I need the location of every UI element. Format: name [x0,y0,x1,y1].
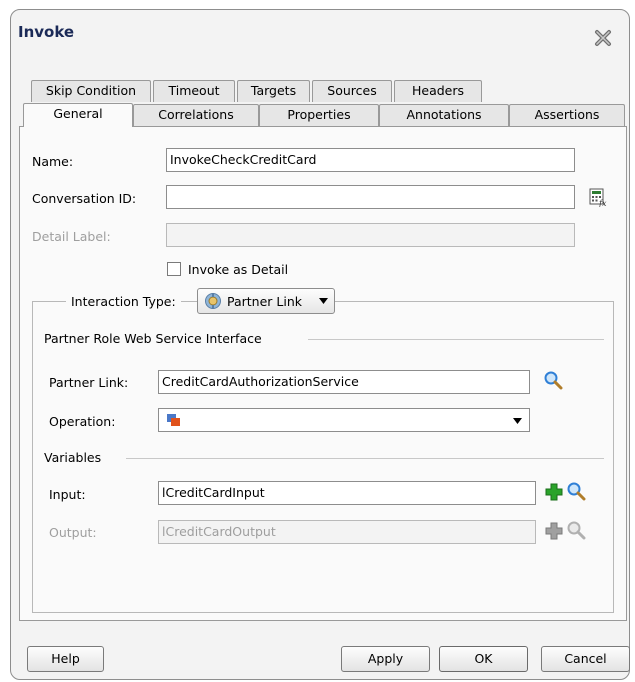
tab-assertions[interactable]: Assertions [509,104,625,126]
partner-link-type-button[interactable]: Partner Link [197,288,335,314]
output-variable-field[interactable]: lCreditCardOutput [158,520,536,544]
operation-select[interactable] [158,408,530,432]
add-icon[interactable] [544,521,564,541]
detail-label-label: Detail Label: [32,229,111,244]
help-button[interactable]: Help [27,646,104,672]
interaction-type-label: Interaction Type: [66,294,181,309]
dialog-title: Invoke [18,23,75,41]
search-icon[interactable] [543,370,563,390]
invoke-as-detail-checkbox[interactable] [167,262,181,276]
tab-sources[interactable]: Sources [312,80,392,102]
tab-skip-condition[interactable]: Skip Condition [31,80,151,102]
ok-button[interactable]: OK [439,646,528,672]
operation-label: Operation: [49,414,116,429]
operation-icon [167,414,180,426]
invoke-as-detail-label: Invoke as Detail [188,262,289,277]
section-divider [308,339,604,340]
partner-link-label: Partner Link: [49,375,129,390]
output-label: Output: [49,525,97,540]
partner-link-type-label: Partner Link [227,294,302,309]
interaction-type-group [32,301,614,613]
search-icon[interactable] [566,481,586,501]
tab-correlations[interactable]: Correlations [133,104,259,126]
svg-text:fx: fx [598,199,607,207]
partner-link-field[interactable]: CreditCardAuthorizationService [158,370,530,394]
tab-properties[interactable]: Properties [259,104,379,126]
input-variable-field[interactable]: lCreditCardInput [158,481,536,505]
chevron-down-icon [513,418,522,424]
apply-button[interactable]: Apply [341,646,430,672]
name-field[interactable]: InvokeCheckCreditCard [166,148,575,172]
search-icon[interactable] [566,520,586,540]
partner-link-icon [205,293,221,309]
variables-divider [126,458,604,459]
tab-timeout[interactable]: Timeout [153,80,235,102]
tab-general[interactable]: General [23,103,133,127]
cancel-button[interactable]: Cancel [541,646,630,672]
conversation-id-field[interactable] [166,185,575,209]
detail-label-field[interactable] [166,223,575,247]
expression-builder-icon[interactable]: fx [588,187,608,207]
tab-annotations[interactable]: Annotations [379,104,509,126]
variables-section-title: Variables [44,450,102,465]
conversation-id-label: Conversation ID: [32,191,137,206]
tab-targets[interactable]: Targets [237,80,310,102]
input-label: Input: [49,487,86,502]
chevron-down-icon [319,298,328,304]
add-icon[interactable] [544,482,564,502]
close-icon[interactable] [593,28,613,48]
partner-role-section-title: Partner Role Web Service Interface [44,331,262,346]
tab-headers[interactable]: Headers [394,80,482,102]
name-label: Name: [32,154,74,169]
